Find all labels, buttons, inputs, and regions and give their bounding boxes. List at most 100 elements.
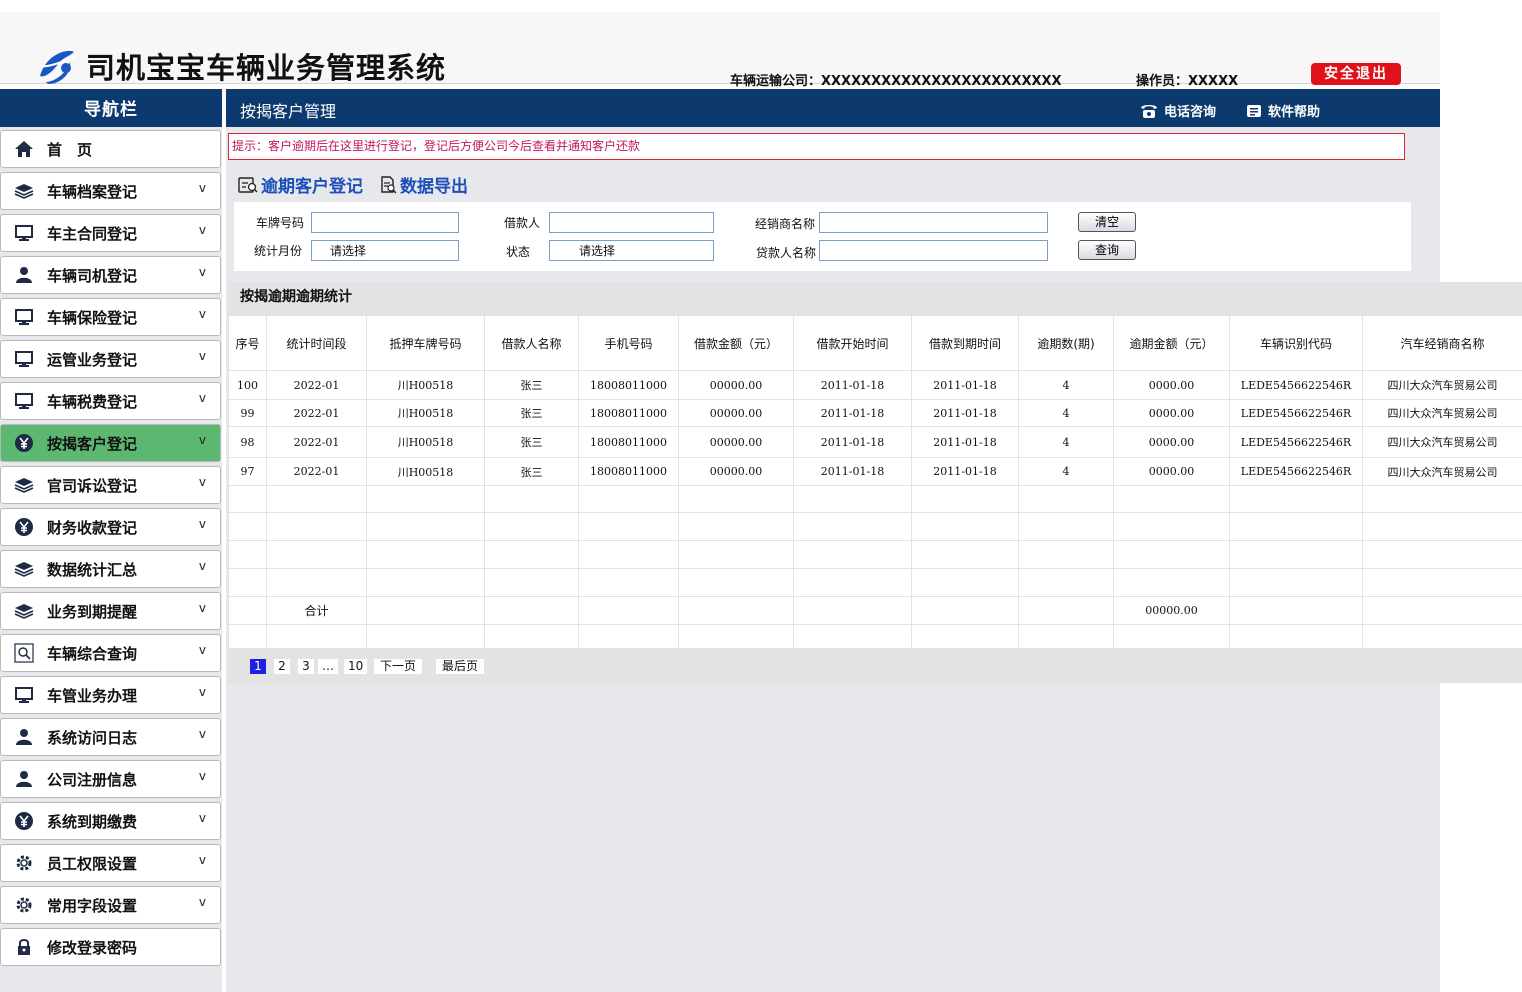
table-row	[228, 568, 1522, 597]
chevron-down-icon: v	[198, 685, 206, 699]
monitor-icon	[13, 222, 35, 244]
table-cell	[1113, 568, 1230, 597]
status-label: 状态	[506, 245, 531, 259]
table-cell	[484, 596, 579, 625]
sidebar-item[interactable]: 车辆保险登记 v	[0, 298, 221, 336]
sidebar-item[interactable]: 常用字段设置 v	[0, 886, 221, 924]
data-export-button[interactable]: 数据导出	[379, 172, 468, 197]
table-cell	[911, 540, 1019, 569]
plate-input[interactable]	[311, 212, 459, 233]
table-cell	[578, 485, 679, 513]
stats-section-header: 按揭逾期逾期统计	[228, 282, 1522, 315]
sidebar-item-label: 运管业务登记	[47, 350, 138, 369]
phone-icon	[1141, 104, 1157, 118]
sidebar-item[interactable]: 车管业务办理 v	[0, 676, 221, 714]
table-cell	[1362, 512, 1522, 541]
table-row: 97 2022-01 川H00518 张三 18008011000 00000.00 201…	[228, 457, 1522, 486]
table-row: 合计 00000.00	[228, 596, 1522, 625]
table-cell	[366, 568, 485, 597]
sidebar-item[interactable]: 车辆档案登记 v	[0, 172, 221, 210]
sidebar-item[interactable]: 公司注册信息 v	[0, 760, 221, 798]
sidebar-item[interactable]: 车辆税费登记 v	[0, 382, 221, 420]
table-cell	[484, 485, 579, 513]
status-select[interactable]: 请选择	[549, 240, 714, 261]
borrower-input[interactable]	[549, 212, 714, 233]
page-link[interactable]: 2	[274, 659, 290, 674]
clear-button[interactable]: 清空	[1078, 212, 1136, 232]
sidebar-item[interactable]: 按揭客户登记 v	[0, 424, 221, 462]
sidebar-item-label: 车辆税费登记	[47, 392, 138, 411]
table-cell	[266, 568, 367, 597]
table-cell	[228, 485, 267, 513]
sidebar-item[interactable]: 系统访问日志 v	[0, 718, 221, 756]
column-header: 车辆识别代码	[1229, 315, 1363, 371]
sidebar-item[interactable]: 车主合同登记 v	[0, 214, 221, 252]
sidebar-item-label: 按揭客户登记	[47, 434, 138, 453]
table-cell: 97	[228, 457, 267, 486]
sidebar-item[interactable]: 系统到期缴费 v	[0, 802, 221, 840]
logout-button[interactable]: 安全退出	[1311, 63, 1401, 85]
table-cell: 合计	[266, 596, 367, 625]
table-cell	[1362, 568, 1522, 597]
table-cell	[1113, 540, 1230, 569]
monitor-icon	[13, 306, 35, 328]
table-cell	[1229, 596, 1363, 625]
last-page-button[interactable]: 最后页	[436, 659, 485, 674]
column-header: 抵押车牌号码	[366, 315, 485, 371]
table-cell	[228, 540, 267, 569]
sidebar-item[interactable]: 员工权限设置 v	[0, 844, 221, 882]
chevron-down-icon: v	[198, 853, 206, 867]
table-cell: 100	[228, 370, 267, 400]
sidebar-item[interactable]: 修改登录密码	[0, 928, 221, 966]
sidebar-item[interactable]: 业务到期提醒 v	[0, 592, 221, 630]
overdue-register-button[interactable]: 逾期客户登记	[238, 172, 363, 197]
table-cell	[1113, 512, 1230, 541]
chevron-down-icon: v	[198, 265, 206, 279]
layers-icon	[13, 474, 35, 496]
sidebar-item[interactable]: 车辆综合查询 v	[0, 634, 221, 672]
lender-input[interactable]	[819, 240, 1048, 261]
page-link[interactable]: 10	[344, 659, 368, 674]
sidebar-title: 导航栏	[0, 89, 222, 127]
table-header-row: 序号 统计时间段 抵押车牌号码 借款人名称 手机号码 借款金额（元） 借款开始时间 借款到期时…	[228, 315, 1522, 371]
table-cell: 2011-01-18	[911, 457, 1019, 486]
column-header: 逾期金额（元）	[1113, 315, 1230, 371]
page-link[interactable]: 1	[250, 659, 266, 674]
sidebar-item[interactable]: 运管业务登记 v	[0, 340, 221, 378]
sidebar-item[interactable]: 首 页	[0, 130, 221, 168]
table-cell	[1362, 485, 1522, 513]
table-cell	[793, 485, 912, 513]
dealer-input[interactable]	[819, 212, 1048, 233]
table-cell	[678, 540, 794, 569]
month-select[interactable]: 请选择	[311, 240, 459, 261]
layers-icon	[13, 600, 35, 622]
column-header: 序号	[228, 315, 267, 371]
table-cell: 18008011000	[578, 399, 679, 427]
sidebar-item-label: 财务收款登记	[47, 518, 138, 537]
search-button[interactable]: 查询	[1078, 240, 1136, 260]
monitor-icon	[13, 684, 35, 706]
sidebar-item[interactable]: 数据统计汇总 v	[0, 550, 221, 588]
table-cell	[911, 512, 1019, 541]
lender-label: 贷款人名称	[756, 246, 817, 260]
filter-panel: 车牌号码 借款人 经销商名称 清空 统计月份 请选择 状态 请选择 贷款人名称 …	[234, 202, 1411, 271]
software-help-link[interactable]: 软件帮助	[1246, 101, 1320, 120]
table-cell	[678, 596, 794, 625]
sidebar-item[interactable]: 官司诉讼登记 v	[0, 466, 221, 504]
sidebar-item[interactable]: 财务收款登记 v	[0, 508, 221, 546]
table-row	[228, 485, 1522, 513]
chevron-down-icon: v	[198, 475, 206, 489]
gear-icon	[13, 894, 35, 916]
app-root: 司机宝宝车辆业务管理系统 车辆运输公司：XXXXXXXXXXXXXXXXXXXX…	[0, 0, 1522, 992]
table-row: 98 2022-01 川H00518 张三 18008011000 00000.00 201…	[228, 426, 1522, 458]
table-cell	[1362, 596, 1522, 625]
column-header: 汽车经销商名称	[1362, 315, 1522, 371]
phone-consult-link[interactable]: 电话咨询	[1140, 101, 1216, 120]
sidebar-item[interactable]: 车辆司机登记 v	[0, 256, 221, 294]
column-header: 手机号码	[578, 315, 679, 371]
next-page-button[interactable]: 下一页	[374, 659, 423, 674]
page-link[interactable]: 3	[298, 659, 314, 674]
column-header: 借款金额（元）	[678, 315, 794, 371]
chevron-down-icon: v	[198, 769, 206, 783]
page-title: 按揭客户管理	[240, 102, 337, 121]
